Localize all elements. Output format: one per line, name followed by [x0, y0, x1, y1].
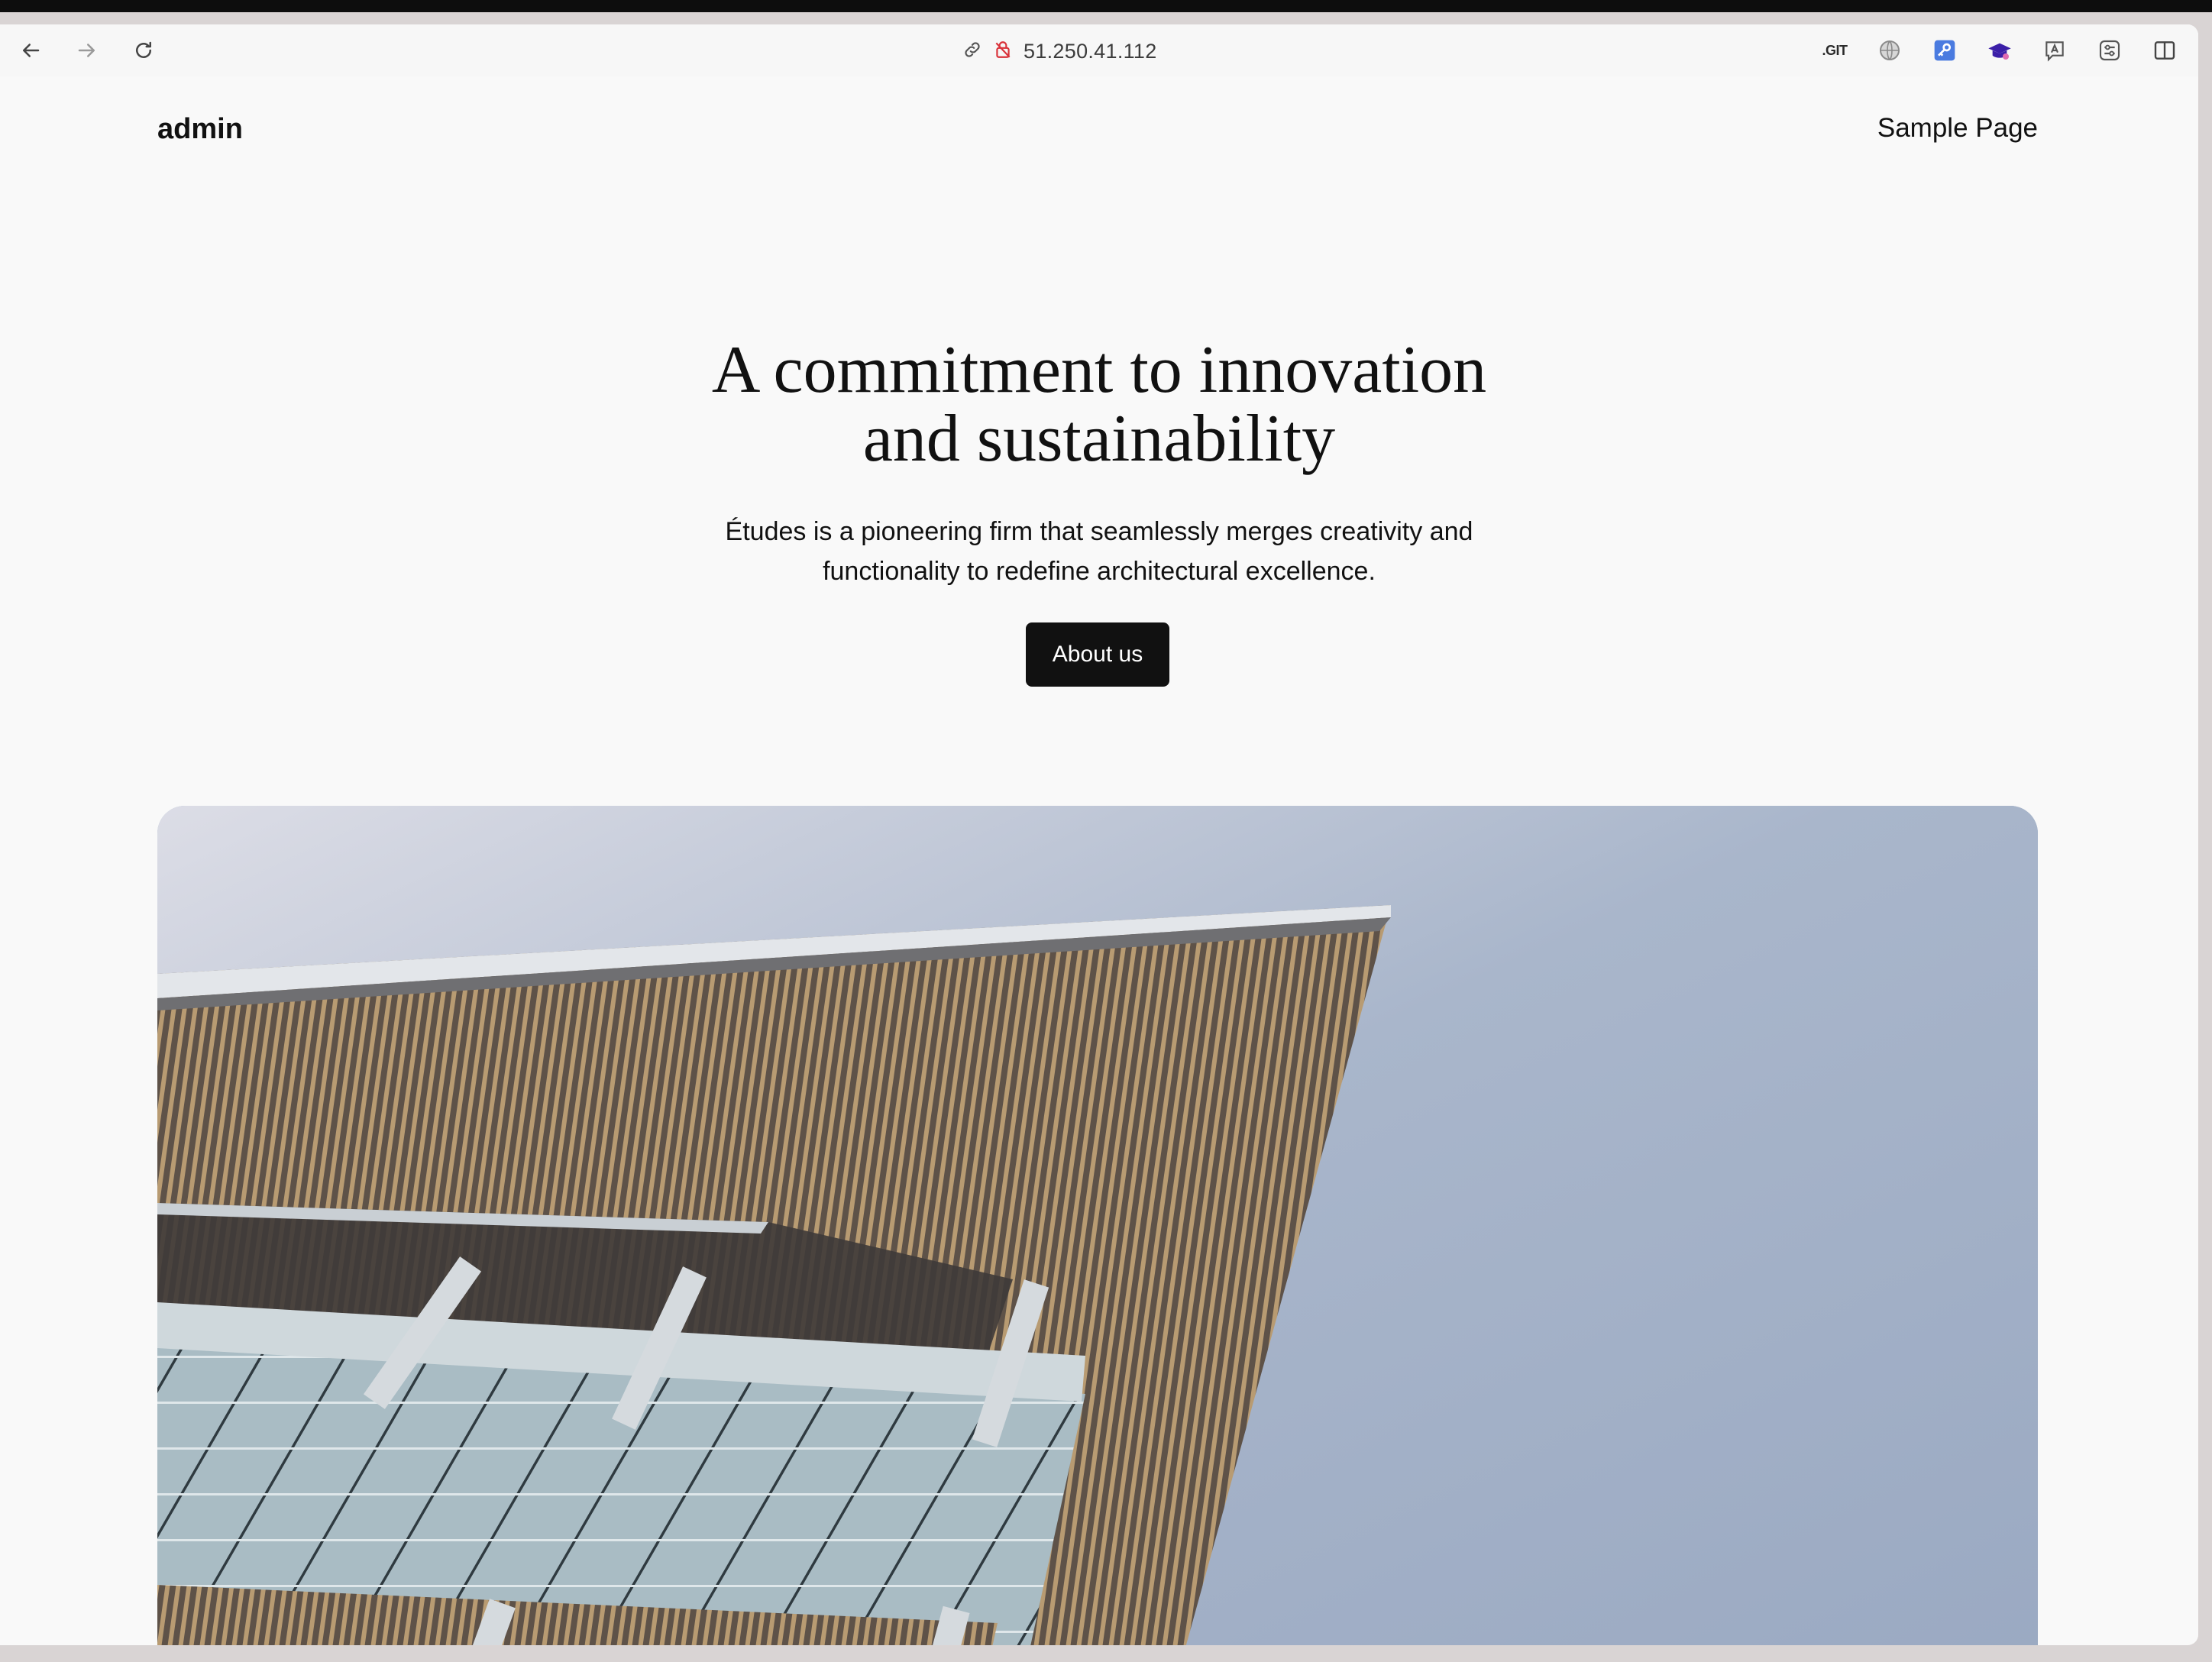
hero-heading: A commitment to innovation and sustainab…: [0, 336, 2198, 474]
translate-extension-icon[interactable]: [2041, 37, 2068, 64]
browser-window: 51.250.41.112 .GIT admin Sample Page A c…: [0, 24, 2198, 1645]
mortarboard-extension-icon[interactable]: [1986, 37, 2013, 64]
hero-subtitle-line-2: functionality to redefine architectural …: [823, 557, 1376, 586]
hero-subtitle: Études is a pioneering firm that seamles…: [0, 512, 2198, 591]
link-icon: [962, 40, 982, 63]
about-us-button[interactable]: About us: [1026, 622, 1169, 687]
system-top-bar: [0, 0, 2212, 12]
hero-heading-line-1: A commitment to innovation: [711, 333, 1487, 407]
nav-sample-page-link[interactable]: Sample Page: [1877, 113, 2038, 144]
site-title[interactable]: admin: [157, 113, 243, 146]
git-extension-icon[interactable]: .GIT: [1821, 37, 1848, 64]
key-extension-icon[interactable]: [1931, 37, 1958, 64]
reload-icon[interactable]: [128, 35, 159, 66]
url-text[interactable]: 51.250.41.112: [1024, 40, 1157, 63]
address-bar[interactable]: 51.250.41.112: [962, 37, 1157, 66]
website-content: admin Sample Page A commitment to innova…: [0, 76, 2198, 1645]
hero-heading-line-2: and sustainability: [862, 402, 1336, 476]
forward-arrow-icon[interactable]: [72, 35, 102, 66]
back-arrow-icon[interactable]: [15, 35, 46, 66]
hero-subtitle-line-1: Études is a pioneering firm that seamles…: [725, 517, 1473, 546]
building-roof-photo: [157, 806, 2038, 1645]
browser-toolbar: 51.250.41.112 .GIT: [0, 24, 2198, 77]
sidebar-toggle-icon[interactable]: [2151, 37, 2178, 64]
sliders-extension-icon[interactable]: [2096, 37, 2123, 64]
git-extension-label: .GIT: [1822, 42, 1848, 58]
insecure-lock-icon[interactable]: [993, 40, 1013, 63]
globe-extension-icon[interactable]: [1876, 37, 1903, 64]
